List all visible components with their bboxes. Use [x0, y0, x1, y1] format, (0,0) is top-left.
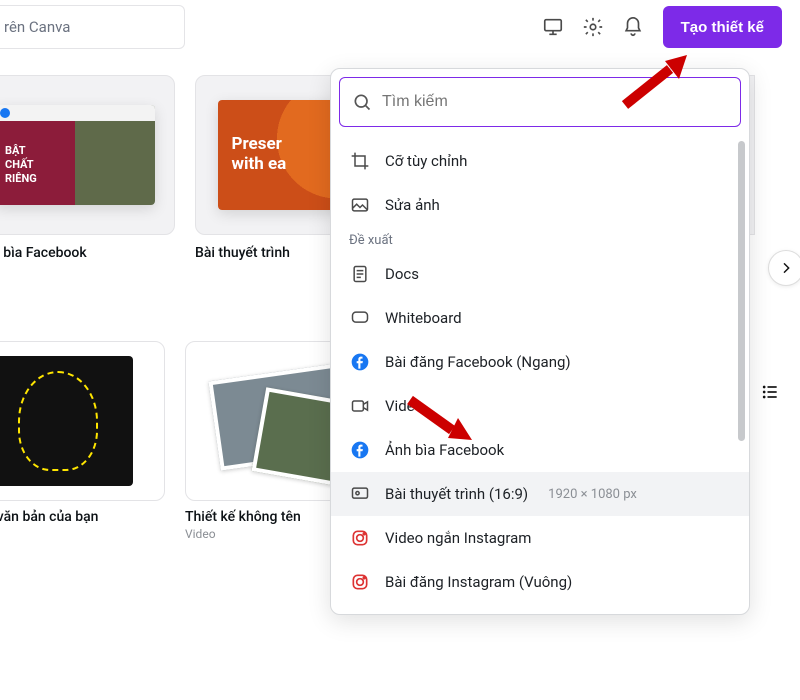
crop-icon	[349, 150, 371, 172]
dd-whiteboard[interactable]: Whiteboard	[331, 296, 749, 340]
dropdown-scrollbar[interactable]	[738, 141, 745, 544]
facebook-icon	[349, 351, 371, 373]
dd-edit-photo[interactable]: Sửa ảnh	[331, 183, 749, 227]
dd-ig-post[interactable]: Bài đăng Instagram (Vuông)	[331, 560, 749, 604]
desktop-icon[interactable]	[533, 7, 573, 47]
global-search[interactable]: rên Canva	[0, 5, 185, 49]
create-design-dropdown: Cỡ tùy chỉnh Sửa ảnh Đề xuất Docs Whiteb…	[330, 68, 750, 615]
dd-section-heading: Đề xuất	[331, 227, 749, 252]
search-icon	[352, 92, 372, 112]
instagram-icon	[349, 527, 371, 549]
card-label: Ảnh bìa Facebook	[0, 245, 175, 261]
dd-label: Bài đăng Facebook (Ngang)	[385, 353, 571, 371]
dd-label: Docs	[385, 265, 419, 283]
recent-thumb	[0, 341, 165, 501]
list-view-toggle[interactable]	[754, 376, 786, 408]
card-thumb: BẬT CHẤT RIÊNG	[0, 75, 175, 235]
shelf-next-button[interactable]	[768, 250, 800, 286]
recent-design-card[interactable]: g đoạn văn bản của bạn	[0, 341, 165, 541]
search-hint: rên Canva	[4, 18, 70, 36]
dd-label: Sửa ảnh	[385, 196, 440, 214]
create-design-button[interactable]: Tạo thiết kế	[663, 6, 782, 48]
whiteboard-icon	[349, 307, 371, 329]
annotation-arrow-bottom	[400, 390, 480, 450]
dd-video[interactable]: Video	[331, 384, 749, 428]
dd-label: Bài thuyết trình (16:9)	[385, 485, 528, 503]
dd-ig-reel[interactable]: Video ngắn Instagram	[331, 516, 749, 560]
gear-icon[interactable]	[573, 7, 613, 47]
photo-icon	[349, 194, 371, 216]
recent-title: g đoạn văn bản của bạn	[0, 509, 165, 525]
dd-presentation-169[interactable]: Bài thuyết trình (16:9) 1920 × 1080 px	[331, 472, 749, 516]
dd-docs[interactable]: Docs	[331, 252, 749, 296]
dd-label: Cỡ tùy chỉnh	[385, 152, 467, 170]
facebook-icon	[349, 439, 371, 461]
presentation-icon	[349, 483, 371, 505]
dropdown-list: Cỡ tùy chỉnh Sửa ảnh Đề xuất Docs Whiteb…	[331, 135, 749, 614]
dd-label: Video ngắn Instagram	[385, 529, 531, 547]
bell-icon[interactable]	[613, 7, 653, 47]
topbar: rên Canva Tạo thiết kế	[0, 0, 800, 55]
dd-dimensions: 1920 × 1080 px	[548, 487, 637, 502]
annotation-arrow-top	[615, 55, 695, 115]
docs-icon	[349, 263, 371, 285]
category-card-facebook-cover[interactable]: BẬT CHẤT RIÊNG Ảnh bìa Facebook	[0, 75, 175, 261]
fb-cover-art: BẬT CHẤT RIÊNG	[0, 105, 155, 205]
dd-label: Whiteboard	[385, 309, 462, 327]
video-icon	[349, 395, 371, 417]
dd-fb-post[interactable]: Bài đăng Facebook (Ngang)	[331, 340, 749, 384]
dd-label: Bài đăng Instagram (Vuông)	[385, 573, 572, 591]
dd-fb-cover[interactable]: Ảnh bìa Facebook	[331, 428, 749, 472]
instagram-icon	[349, 571, 371, 593]
dd-custom-size[interactable]: Cỡ tùy chỉnh	[331, 139, 749, 183]
